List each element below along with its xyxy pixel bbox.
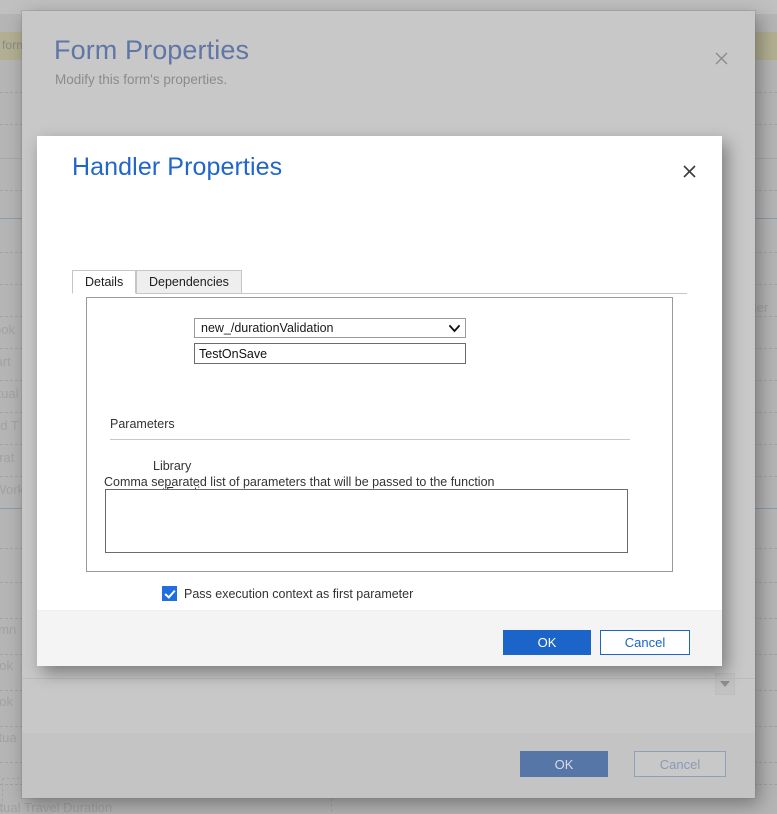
background-field-label: tart (0, 354, 11, 369)
function-input[interactable] (194, 343, 466, 364)
dialog-title: Handler Properties (72, 153, 283, 181)
background-field-label: amn (0, 622, 17, 637)
chevron-down-icon (449, 323, 460, 334)
background-field-label: ook (0, 322, 15, 337)
background-field-label: ook (0, 694, 13, 709)
background-field-label: ook (0, 658, 13, 673)
ok-button[interactable]: OK (503, 630, 591, 655)
chevron-down-icon[interactable] (715, 673, 735, 695)
tab-dependencies[interactable]: Dependencies (136, 270, 242, 294)
divider (22, 678, 755, 679)
pass-execution-context-checkbox[interactable] (162, 586, 177, 601)
handler-properties-dialog: Handler Properties Details Dependencies … (37, 136, 722, 666)
cancel-button[interactable]: Cancel (600, 630, 690, 655)
page-subtitle: Modify this form's properties. (55, 72, 228, 87)
background-field-label: ctua (0, 730, 17, 745)
background-field-label: Work (0, 482, 25, 497)
close-icon[interactable] (675, 157, 703, 185)
form-properties-header: Form Properties Modify this form's prope… (22, 11, 755, 107)
close-icon[interactable] (707, 44, 735, 72)
parameters-hint: Comma separated list of parameters that … (104, 475, 495, 489)
page-title: Form Properties (54, 35, 250, 65)
background-field-label: nd T (0, 418, 19, 433)
parameters-textarea[interactable] (105, 489, 628, 553)
background-field-label: urat (0, 450, 15, 465)
library-select-value: new_/durationValidation (201, 321, 334, 335)
library-select[interactable]: new_/durationValidation (194, 318, 466, 338)
parameters-divider (110, 439, 630, 440)
pass-execution-context-label: Pass execution context as first paramete… (184, 587, 414, 601)
tab-details[interactable]: Details (72, 270, 137, 294)
outer-ok-button[interactable]: OK (520, 751, 608, 777)
background-field-label: ctual (0, 386, 19, 401)
dialog-tablist: Details Dependencies (72, 270, 687, 295)
library-label: Library (153, 459, 192, 473)
parameters-heading: Parameters (110, 417, 175, 431)
outer-cancel-button[interactable]: Cancel (634, 751, 726, 777)
